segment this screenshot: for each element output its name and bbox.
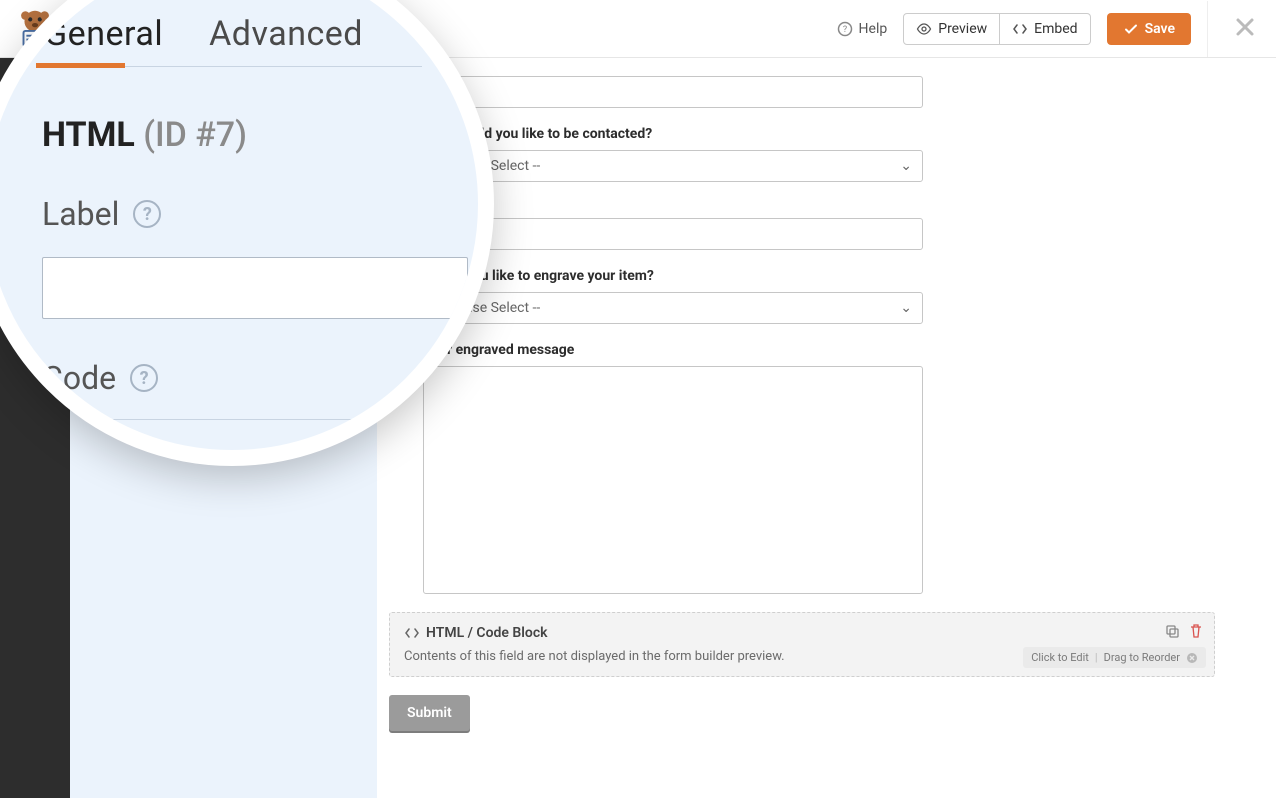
trash-icon — [1188, 623, 1204, 639]
html-code-block-field[interactable]: HTML / Code Block Contents of this field… — [389, 612, 1215, 677]
code-icon — [404, 625, 420, 641]
gear-icon — [22, 75, 48, 101]
topbar-right: ? Help Preview Embed Save — [837, 1, 1276, 57]
nav-item-fields[interactable] — [0, 118, 70, 178]
eye-icon — [916, 21, 932, 37]
text-field-2[interactable] — [423, 218, 923, 250]
select-placeholder: -- Please Select -- — [434, 158, 540, 174]
chevron-down-icon: ⌄ — [900, 158, 912, 174]
check-icon — [1123, 21, 1139, 37]
html-block-actions — [1164, 623, 1204, 643]
hint-edit: Click to Edit — [1031, 651, 1089, 664]
html-block-title: HTML / Code Block — [426, 625, 548, 641]
fields-icon — [24, 135, 50, 161]
preview-button[interactable]: Preview — [903, 13, 1000, 45]
delete-button[interactable] — [1188, 623, 1204, 643]
help-icon: ? — [837, 21, 853, 37]
help-link[interactable]: ? Help — [837, 21, 888, 37]
divider — [1207, 1, 1208, 57]
topbar: ? Help Preview Embed Save — [0, 0, 1276, 58]
text-field-1[interactable] — [423, 76, 923, 108]
engraved-message-textarea[interactable] — [423, 366, 923, 594]
preview-label: Preview — [938, 21, 987, 37]
close-button[interactable] — [1234, 12, 1256, 45]
embed-button[interactable]: Embed — [1000, 13, 1090, 45]
save-button[interactable]: Save — [1107, 13, 1191, 45]
copy-icon — [1164, 623, 1180, 639]
engrave-label: Would you like to engrave your item? — [423, 268, 923, 284]
help-label: Help — [859, 21, 888, 37]
msg-label: Your engraved message — [423, 342, 923, 358]
submit-label: Submit — [407, 705, 452, 721]
submit-button[interactable]: Submit — [389, 695, 470, 731]
contact-select[interactable]: -- Please Select -- ⌄ — [423, 150, 923, 182]
duplicate-button[interactable] — [1164, 623, 1180, 643]
form-column: How would you like to be contacted? -- P… — [423, 76, 923, 594]
field-settings-panel — [70, 58, 377, 798]
save-label: Save — [1145, 21, 1175, 37]
code-icon — [1012, 21, 1028, 37]
hint-reorder: Drag to Reorder — [1104, 651, 1180, 664]
preview-embed-group: Preview Embed — [903, 13, 1090, 45]
form-preview-canvas: How would you like to be contacted? -- P… — [377, 58, 1252, 774]
block-hint: Click to Edit | Drag to Reorder — [1023, 647, 1206, 668]
contact-label: How would you like to be contacted? — [423, 126, 923, 142]
svg-text:?: ? — [842, 25, 846, 35]
embed-label: Embed — [1034, 21, 1077, 37]
html-block-title-row: HTML / Code Block — [404, 625, 1200, 641]
select-placeholder-2: -- Please Select -- — [434, 300, 540, 316]
left-nav — [0, 58, 70, 798]
chevron-down-icon: ⌄ — [900, 300, 912, 316]
dismiss-hint-icon[interactable] — [1186, 652, 1198, 664]
close-icon — [1234, 16, 1256, 38]
app-logo — [0, 0, 70, 58]
engrave-select[interactable]: -- Please Select -- ⌄ — [423, 292, 923, 324]
wpforms-logo-icon — [12, 6, 58, 52]
nav-item-1[interactable] — [0, 58, 70, 118]
